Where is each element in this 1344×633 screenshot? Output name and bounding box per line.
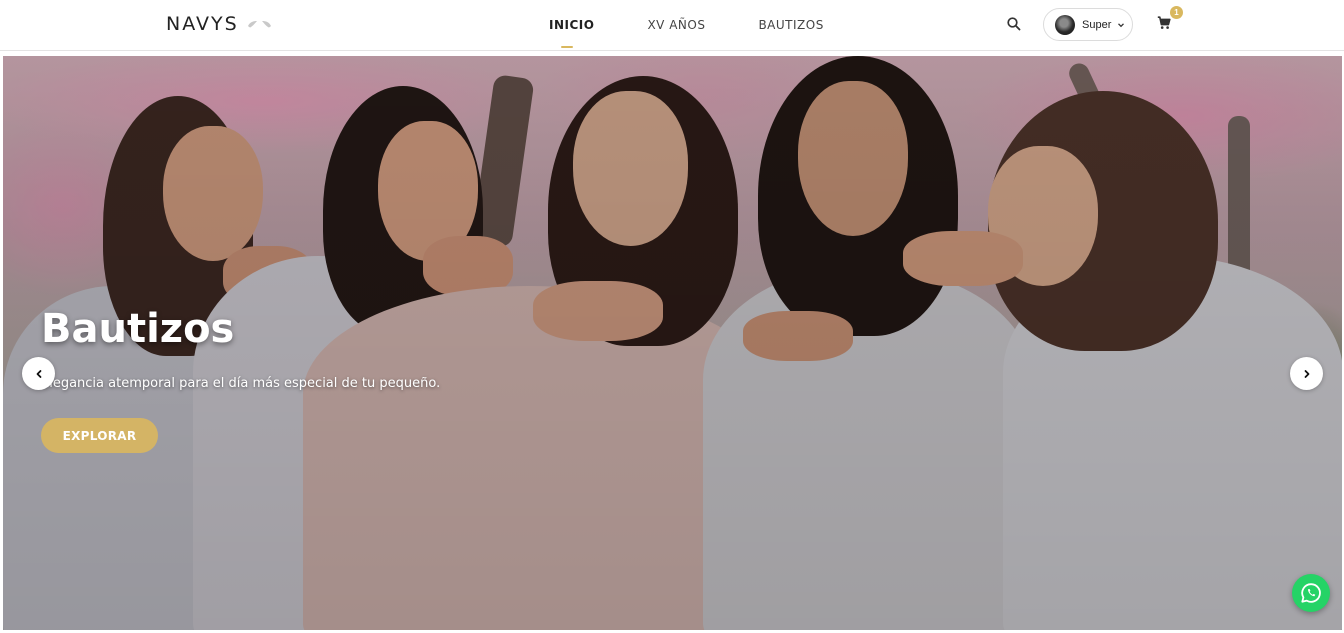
chevron-right-icon	[1304, 369, 1309, 378]
hero-carousel: Bautizos Elegancia atemporal para el día…	[3, 56, 1342, 630]
chevron-left-icon	[36, 369, 41, 378]
carousel-next-button[interactable]	[1290, 357, 1323, 390]
hero-title: Bautizos	[41, 306, 235, 352]
navbar: NAVYS INICIO XV AÑOS BAUTIZOS Super 1	[0, 0, 1344, 51]
whatsapp-button[interactable]	[1292, 574, 1330, 612]
whatsapp-icon	[1301, 583, 1321, 603]
main-nav: INICIO XV AÑOS BAUTIZOS	[549, 0, 877, 50]
cart-count-badge: 1	[1170, 6, 1183, 19]
carousel-prev-button[interactable]	[22, 357, 55, 390]
search-icon[interactable]	[1006, 16, 1022, 32]
chevron-down-icon	[1118, 22, 1125, 27]
brand-logo-link[interactable]: NAVYS	[166, 13, 272, 35]
explore-button[interactable]: EXPLORAR	[41, 418, 158, 453]
user-name: Super	[1082, 18, 1112, 31]
nav-link-bautizos[interactable]: BAUTIZOS	[758, 0, 823, 50]
nav-link-xv-anos[interactable]: XV AÑOS	[647, 0, 705, 50]
cart-icon[interactable]	[1157, 16, 1171, 30]
hero-subtitle: Elegancia atemporal para el día más espe…	[41, 376, 441, 391]
dove-logo-icon	[247, 20, 272, 29]
brand-name: NAVYS	[166, 13, 239, 35]
user-menu-button[interactable]: Super	[1043, 8, 1133, 41]
avatar	[1055, 14, 1075, 35]
nav-link-inicio[interactable]: INICIO	[549, 0, 594, 50]
